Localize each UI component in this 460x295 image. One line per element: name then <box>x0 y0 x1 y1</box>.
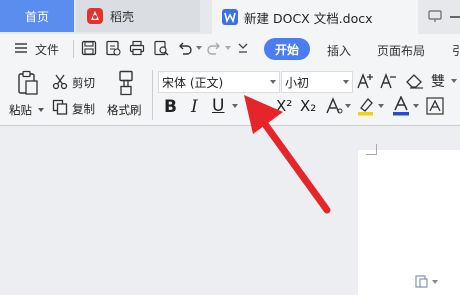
font-name-value: 宋体 (正文) <box>162 76 224 90</box>
underline-button[interactable]: U <box>212 96 224 116</box>
tab-references[interactable]: 引 <box>452 42 460 59</box>
tab-daoke-label: 稻壳 <box>110 9 135 24</box>
tab-document[interactable]: 新建 DOCX 文档.docx <box>212 0 418 34</box>
highlight-icon[interactable] <box>356 96 376 116</box>
paste-icon[interactable] <box>17 70 39 96</box>
italic-button[interactable]: I <box>191 97 198 117</box>
increase-font-size-icon[interactable] <box>357 72 375 90</box>
text-effects-dropdown-icon[interactable] <box>345 104 351 108</box>
phonetic-guide-button[interactable]: 雙 <box>431 71 445 91</box>
copy-button[interactable]: 复制 <box>72 101 95 117</box>
character-border-icon[interactable] <box>426 97 444 115</box>
undo-dropdown-icon[interactable] <box>196 46 202 50</box>
paste-options-dropdown-icon[interactable] <box>432 280 438 284</box>
format-painter-button[interactable]: 格式刷 <box>107 102 142 118</box>
tab-start[interactable]: 开始 <box>264 38 310 60</box>
menu-file[interactable]: 文件 <box>35 41 59 58</box>
chevron-down-icon <box>270 80 276 84</box>
page-corner-mark <box>366 144 377 155</box>
font-size-value: 小初 <box>285 76 310 90</box>
phonetic-dropdown-icon[interactable] <box>451 79 457 83</box>
paste-options-icon[interactable] <box>415 274 429 288</box>
daoke-logo-icon <box>86 7 104 25</box>
divider <box>73 40 74 58</box>
font-color-icon[interactable] <box>392 96 410 116</box>
minimize-button[interactable] <box>450 16 460 18</box>
tab-daoke[interactable]: 稻壳 <box>76 0 200 32</box>
chevron-down-icon <box>343 80 349 84</box>
redo-dropdown-icon[interactable] <box>225 46 231 50</box>
print-icon[interactable] <box>129 40 145 56</box>
cut-button[interactable]: 剪切 <box>72 75 95 91</box>
save-icon[interactable] <box>81 40 97 56</box>
tab-insert[interactable]: 插入 <box>327 42 351 59</box>
tab-home-label: 首页 <box>24 9 49 24</box>
font-color-dropdown-icon[interactable] <box>413 104 419 108</box>
wps-writer-icon <box>222 9 238 25</box>
document-page[interactable] <box>358 150 460 295</box>
decrease-font-size-icon[interactable] <box>380 72 398 90</box>
paste-dropdown-icon[interactable] <box>38 108 44 112</box>
print-preview-icon[interactable] <box>153 40 169 56</box>
tab-start-label: 开始 <box>274 42 299 57</box>
clear-formatting-icon[interactable] <box>406 73 424 89</box>
highlight-dropdown-icon[interactable] <box>378 104 384 108</box>
scissors-icon <box>52 74 68 90</box>
hamburger-menu-icon[interactable] <box>14 42 28 54</box>
screen-icon[interactable] <box>428 9 442 23</box>
undo-icon[interactable] <box>177 40 193 56</box>
bold-button[interactable]: B <box>164 97 177 117</box>
divider <box>152 70 153 120</box>
tab-home[interactable]: 首页 <box>0 0 74 32</box>
paste-button[interactable]: 粘贴 <box>9 102 32 118</box>
underline-label: U <box>212 96 225 116</box>
tab-page-layout[interactable]: 页面布局 <box>377 42 425 59</box>
tab-document-label: 新建 DOCX 文档.docx <box>244 10 373 26</box>
redo-icon[interactable] <box>206 40 222 56</box>
copy-icon <box>52 99 68 115</box>
customize-toolbar-icon[interactable] <box>238 42 248 54</box>
export-pdf-icon[interactable] <box>105 40 121 56</box>
annotation-arrow <box>230 90 340 224</box>
format-painter-icon[interactable] <box>116 70 136 96</box>
